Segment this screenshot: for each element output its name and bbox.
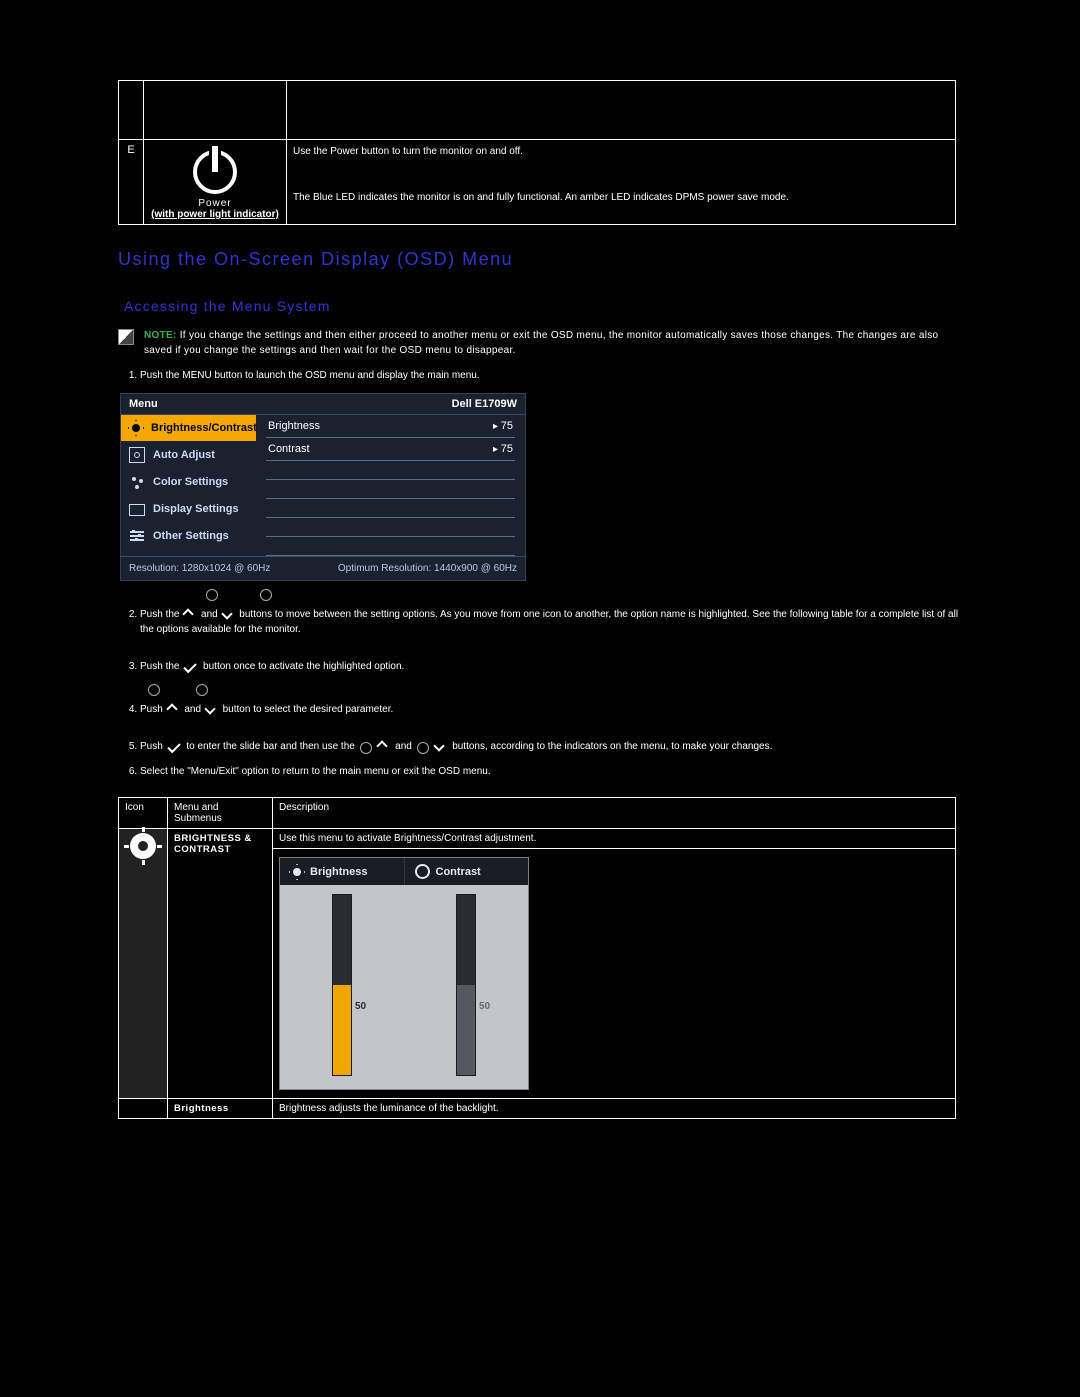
heading-osd-menu: Using the On-Screen Display (OSD) Menu <box>118 249 962 270</box>
power-description-cell: Use the Power button to turn the monitor… <box>287 140 956 225</box>
step-2: Push the and buttons to move between the… <box>140 607 962 637</box>
steps-list: Push the MENU button to launch the OSD m… <box>126 368 962 383</box>
color-settings-icon <box>129 474 145 490</box>
chevron-up-icon <box>378 741 390 751</box>
osd-title-left: Menu <box>129 398 158 410</box>
power-button-table: E Power (with power light indicator) Use… <box>118 80 956 225</box>
brightness-gauge-value: 50 <box>355 1001 366 1012</box>
osd-nav-brightness-contrast[interactable]: Brightness/Contrast <box>121 415 256 442</box>
step-5: Push to enter the slide bar and then use… <box>140 739 962 754</box>
step4-pre-icons <box>148 684 962 696</box>
power-desc-line1: Use the Power button to turn the monitor… <box>293 144 949 160</box>
osd-nav-display-settings[interactable]: Display Settings <box>121 496 256 523</box>
step-1: Push the MENU button to launch the OSD m… <box>140 368 962 383</box>
contrast-icon <box>415 864 430 879</box>
desc-brightness: Brightness adjusts the luminance of the … <box>273 1099 956 1119</box>
th-desc: Description <box>273 798 956 829</box>
sun-icon <box>290 865 304 879</box>
bcp-tab-contrast[interactable]: Contrast <box>404 858 529 885</box>
osd-footer-optimum: Optimum Resolution: 1440x900 @ 60Hz <box>338 563 517 574</box>
osd-nav-auto-adjust[interactable]: Auto Adjust <box>121 442 256 469</box>
ring-icon <box>260 589 272 601</box>
row-letter: E <box>119 140 144 225</box>
power-caption-sub: (with power light indicator) <box>150 209 280 220</box>
ring-icon <box>360 742 372 754</box>
th-icon: Icon <box>119 798 168 829</box>
osd-nav: Brightness/Contrast Auto Adjust Color Se… <box>121 415 256 556</box>
brightness-sun-icon <box>130 833 156 859</box>
heading-accessing-menu: Accessing the Menu System <box>124 298 962 314</box>
power-icon-cell: Power (with power light indicator) <box>144 140 287 225</box>
bcp-tab-brightness[interactable]: Brightness <box>280 858 404 885</box>
step2-pre-icons <box>206 589 962 601</box>
ring-icon <box>148 684 160 696</box>
step-4: Push and button to select the desired pa… <box>140 702 962 717</box>
step-6: Select the "Menu/Exit" option to return … <box>140 764 962 779</box>
check-icon <box>184 661 198 672</box>
osd-footer-resolution: Resolution: 1280x1024 @ 60Hz <box>129 563 270 574</box>
th-menu: Menu and Submenus <box>168 798 273 829</box>
display-settings-icon <box>129 501 145 517</box>
step-3: Push the button once to activate the hig… <box>140 659 962 674</box>
note-icon <box>118 329 134 345</box>
auto-adjust-icon <box>129 447 145 463</box>
ring-icon <box>206 589 218 601</box>
brightness-icon-cell <box>119 829 168 1099</box>
osd-main-pane: Brightness 75 Contrast 75 <box>256 415 525 556</box>
osd-options-table: Icon Menu and Submenus Description BRIGH… <box>118 797 956 1119</box>
steps-list-cont2: Push and button to select the desired pa… <box>126 702 962 779</box>
brightness-contrast-panel-cell: Brightness Contrast 50 <box>273 849 956 1099</box>
sun-icon <box>129 420 143 436</box>
desc-brightness-contrast: Use this menu to activate Brightness/Con… <box>273 829 956 849</box>
check-icon <box>168 741 182 752</box>
chevron-down-icon <box>223 609 235 619</box>
osd-main-menu: Menu Dell E1709W Brightness/Contrast Aut… <box>120 393 526 581</box>
menu-brightness: Brightness <box>168 1099 273 1119</box>
osd-line-brightness[interactable]: Brightness 75 <box>266 415 515 438</box>
contrast-gauge-value: 50 <box>479 1001 490 1012</box>
steps-list-cont: Push the and buttons to move between the… <box>126 607 962 674</box>
osd-title-right: Dell E1709W <box>452 398 517 410</box>
osd-line-contrast[interactable]: Contrast 75 <box>266 438 515 461</box>
note-label: NOTE: <box>144 330 177 341</box>
power-icon <box>193 150 237 194</box>
contrast-gauge[interactable]: 50 <box>457 895 475 1075</box>
chevron-up-icon <box>184 609 196 619</box>
osd-nav-other-settings[interactable]: Other Settings <box>121 523 256 550</box>
other-settings-icon <box>129 528 145 544</box>
osd-nav-color-settings[interactable]: Color Settings <box>121 469 256 496</box>
brightness-contrast-panel: Brightness Contrast 50 <box>279 857 529 1090</box>
note-block: NOTE: If you change the settings and the… <box>118 328 962 358</box>
note-text: NOTE: If you change the settings and the… <box>144 328 962 358</box>
power-caption: Power <box>150 198 280 209</box>
ring-icon <box>196 684 208 696</box>
osd-brightness-value: 75 <box>493 420 513 432</box>
power-desc-line2: The Blue LED indicates the monitor is on… <box>293 190 949 206</box>
menu-brightness-contrast: BRIGHTNESS & CONTRAST <box>168 829 273 1099</box>
osd-contrast-value: 75 <box>493 443 513 455</box>
chevron-down-icon <box>435 741 447 751</box>
chevron-down-icon <box>206 704 218 714</box>
ring-icon <box>417 742 429 754</box>
chevron-up-icon <box>168 704 180 714</box>
brightness-gauge[interactable]: 50 <box>333 895 351 1075</box>
